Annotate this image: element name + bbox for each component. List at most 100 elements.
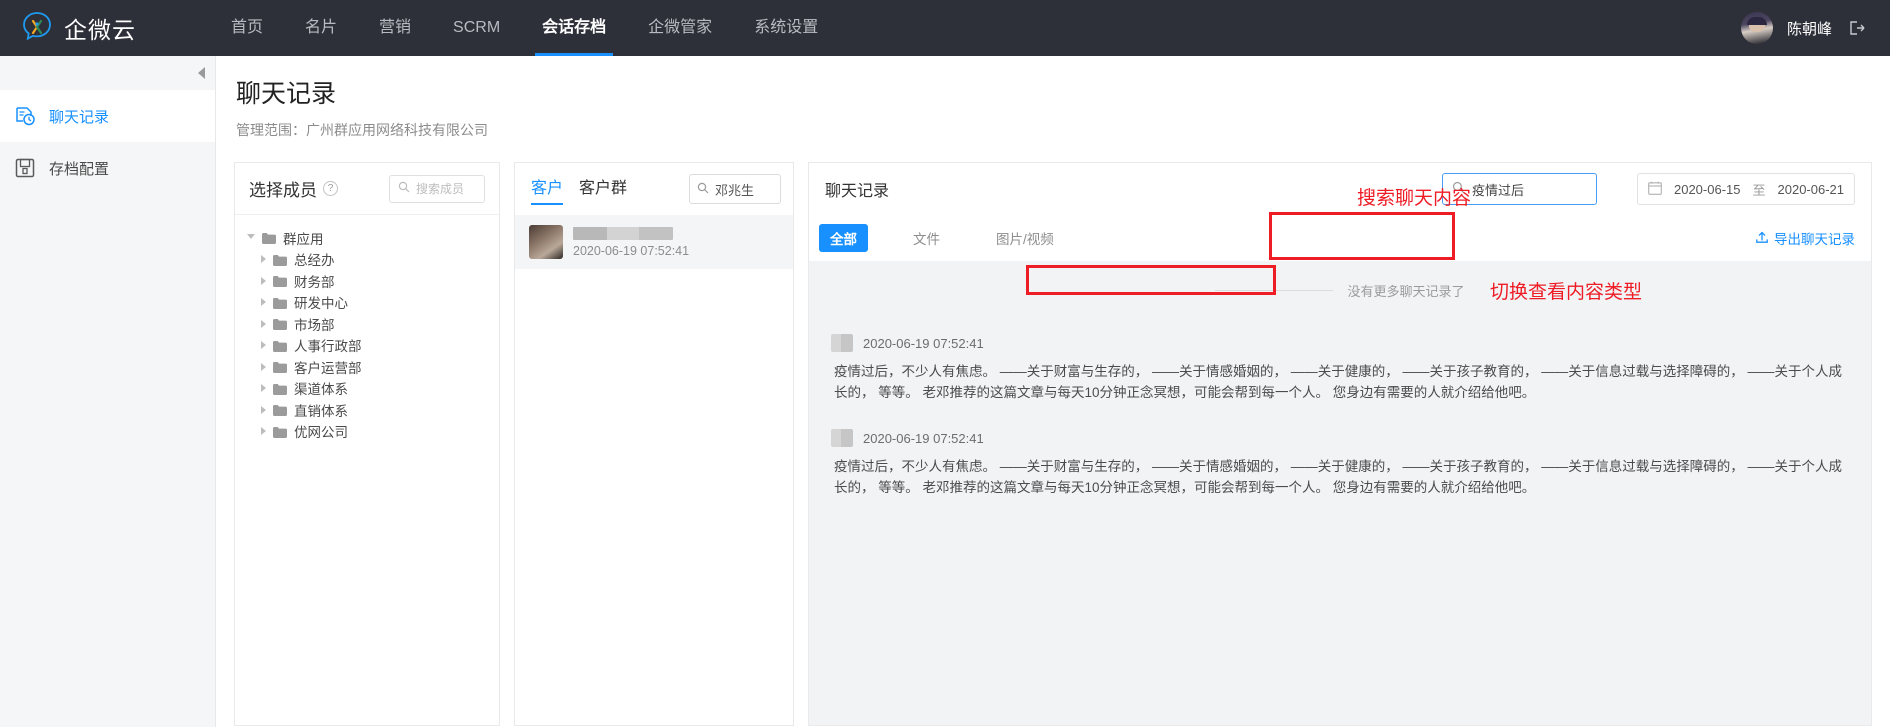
tab-customer-group[interactable]: 客户群 xyxy=(579,163,627,215)
page-title: 聊天记录 xyxy=(236,80,337,108)
contact-last-time: 2020-06-19 07:52:41 xyxy=(573,243,690,258)
search-icon xyxy=(697,182,709,197)
tree-node-youwang-company[interactable]: 优网公司 xyxy=(235,421,499,443)
folder-icon xyxy=(273,254,287,266)
user-name: 陈朝峰 xyxy=(1786,20,1832,38)
member-search-placeholder: 搜索成员 xyxy=(416,182,465,196)
left-sidebar: 聊天记录 存档配置 xyxy=(0,56,216,727)
chevron-right-icon[interactable] xyxy=(261,427,266,436)
logout-icon[interactable] xyxy=(1846,18,1866,38)
contact-search-input[interactable]: 邓兆生 xyxy=(689,174,781,204)
folder-icon xyxy=(273,297,287,309)
chat-history-icon xyxy=(14,105,36,127)
chevron-right-icon[interactable] xyxy=(261,276,266,285)
member-panel-title: 选择成员 xyxy=(249,181,317,200)
chat-content-search-input[interactable]: 疫情过后 xyxy=(1441,173,1597,205)
tree-node-root[interactable]: 群应用 xyxy=(235,227,499,249)
member-search-input[interactable]: 搜索成员 xyxy=(389,174,485,203)
contact-meta: 2020-06-19 07:52:41 xyxy=(573,226,690,258)
chevron-right-icon[interactable] xyxy=(261,384,266,393)
sidebar-item-chat-history[interactable]: 聊天记录 xyxy=(0,90,215,142)
chat-message-text: 疫情过后，不少人有焦虑。 ——关于财富与生存的， ——关于情感婚姻的， ——关于… xyxy=(834,459,1843,495)
member-select-panel: 选择成员 ? 搜索成员 群应用 总经办 财务部 研发中心 市场部 人事行政部 客… xyxy=(234,162,500,726)
chevron-right-icon[interactable] xyxy=(261,255,266,264)
page-body: 聊天记录 存档配置 聊天记录 管理范围：广州群应用网络科技有限公司 选择成员 ?… xyxy=(0,56,1890,727)
nav-item-marketing[interactable]: 营销 xyxy=(358,0,432,56)
chevron-down-icon[interactable] xyxy=(247,234,255,243)
brand-name: 企微云 xyxy=(64,17,136,43)
export-label: 导出聊天记录 xyxy=(1774,232,1855,247)
question-mark-icon[interactable]: ? xyxy=(323,181,338,196)
folder-icon xyxy=(273,426,287,438)
filter-all[interactable]: 全部 xyxy=(819,224,868,252)
tree-node-label: 人事行政部 xyxy=(294,339,362,355)
tree-node-channel-system[interactable]: 渠道体系 xyxy=(235,378,499,400)
brand-logo-group[interactable]: 企微云 xyxy=(20,11,210,45)
chat-message-header: 2020-06-19 07:52:41 xyxy=(831,334,1849,352)
floppy-disk-icon xyxy=(14,157,36,179)
folder-icon xyxy=(273,275,287,288)
nav-item-system-settings[interactable]: 系统设置 xyxy=(733,0,839,56)
tree-node-customer-ops[interactable]: 客户运营部 xyxy=(235,356,499,378)
tree-node-direct-sales[interactable]: 直销体系 xyxy=(235,399,499,421)
chevron-right-icon[interactable] xyxy=(261,341,266,350)
tree-node-label: 优网公司 xyxy=(294,425,348,441)
nav-item-session-archive[interactable]: 会话存档 xyxy=(521,0,627,56)
tree-node-rnd[interactable]: 研发中心 xyxy=(235,292,499,314)
tree-node-general-office[interactable]: 总经办 xyxy=(235,249,499,271)
member-panel-header: 选择成员 ? 搜索成员 xyxy=(235,163,499,215)
divider-line-left xyxy=(1215,290,1334,291)
chevron-right-icon[interactable] xyxy=(261,362,266,371)
tab-customer[interactable]: 客户 xyxy=(531,163,564,215)
contact-list: 2020-06-19 07:52:41 xyxy=(515,215,793,725)
chat-panel-title: 聊天记录 xyxy=(825,183,890,200)
search-icon xyxy=(1452,181,1465,197)
collapse-left-icon[interactable] xyxy=(198,67,205,79)
folder-icon xyxy=(262,232,276,245)
search-icon xyxy=(398,181,410,196)
contact-search-value: 邓兆生 xyxy=(715,182,755,198)
avatar xyxy=(831,334,853,352)
chevron-right-icon[interactable] xyxy=(261,298,266,307)
tree-node-label: 研发中心 xyxy=(294,296,348,312)
main-nav-items: 首页 名片 营销 SCRM 会话存档 企微管家 系统设置 xyxy=(210,0,839,56)
nav-item-scrm[interactable]: SCRM xyxy=(432,0,521,56)
sidebar-item-label-chat-history: 聊天记录 xyxy=(49,108,110,126)
tree-node-hr-admin[interactable]: 人事行政部 xyxy=(235,335,499,357)
nav-item-card[interactable]: 名片 xyxy=(284,0,358,56)
filter-file[interactable]: 文件 xyxy=(902,224,951,252)
chat-message: 2020-06-19 07:52:41 疫情过后，不少人有焦虑。 ——关于财富与… xyxy=(831,334,1849,403)
no-more-records-divider: 没有更多聊天记录了 xyxy=(831,281,1849,300)
main-content: 聊天记录 管理范围：广州群应用网络科技有限公司 选择成员 ? 搜索成员 群应用 … xyxy=(216,56,1890,727)
tree-node-label: 渠道体系 xyxy=(294,382,348,398)
nav-item-home[interactable]: 首页 xyxy=(210,0,284,56)
chevron-right-icon[interactable] xyxy=(261,405,266,414)
date-range-picker[interactable]: 2020-06-15 至 2020-06-21 xyxy=(1636,173,1855,205)
department-tree: 群应用 总经办 财务部 研发中心 市场部 人事行政部 客户运营部 渠道体系 直销… xyxy=(235,215,499,725)
date-end-value: 2020-06-21 xyxy=(1777,181,1845,197)
sidebar-item-archive-config[interactable]: 存档配置 xyxy=(0,142,215,194)
filter-image-video[interactable]: 图片/视频 xyxy=(985,224,1065,252)
tree-node-finance[interactable]: 财务部 xyxy=(235,270,499,292)
upload-icon xyxy=(1755,230,1769,247)
avatar[interactable] xyxy=(1740,12,1773,44)
chat-message-text: 疫情过后，不少人有焦虑。 ——关于财富与生存的， ——关于情感婚姻的， ——关于… xyxy=(834,364,1843,400)
nav-item-steward[interactable]: 企微管家 xyxy=(627,0,733,56)
folder-icon xyxy=(273,340,287,352)
chat-message-time: 2020-06-19 07:52:41 xyxy=(863,335,984,351)
export-chat-records-button[interactable]: 导出聊天记录 xyxy=(1755,228,1855,248)
tree-node-label: 总经办 xyxy=(294,253,335,269)
chat-record-panel: 聊天记录 疫情过后 2020-06-15 至 2020-06-21 全部 文件 … xyxy=(808,162,1872,726)
no-more-records-text: 没有更多聊天记录了 xyxy=(1347,284,1465,299)
tree-node-label: 市场部 xyxy=(294,317,335,333)
tree-node-marketing[interactable]: 市场部 xyxy=(235,313,499,335)
page-scope-text: 管理范围：广州群应用网络科技有限公司 xyxy=(236,122,488,138)
content-type-filter-row: 全部 文件 图片/视频 导出聊天记录 xyxy=(809,215,1871,261)
chevron-right-icon[interactable] xyxy=(261,319,266,328)
chat-message-list[interactable]: 没有更多聊天记录了 2020-06-19 07:52:41 疫情过后，不少人有焦… xyxy=(809,261,1871,725)
list-item[interactable]: 2020-06-19 07:52:41 xyxy=(515,215,793,269)
sidebar-collapse-row xyxy=(0,56,215,90)
calendar-icon xyxy=(1648,181,1662,198)
page-header: 聊天记录 管理范围：广州群应用网络科技有限公司 xyxy=(216,56,1890,148)
chat-search-value: 疫情过后 xyxy=(1471,182,1524,198)
